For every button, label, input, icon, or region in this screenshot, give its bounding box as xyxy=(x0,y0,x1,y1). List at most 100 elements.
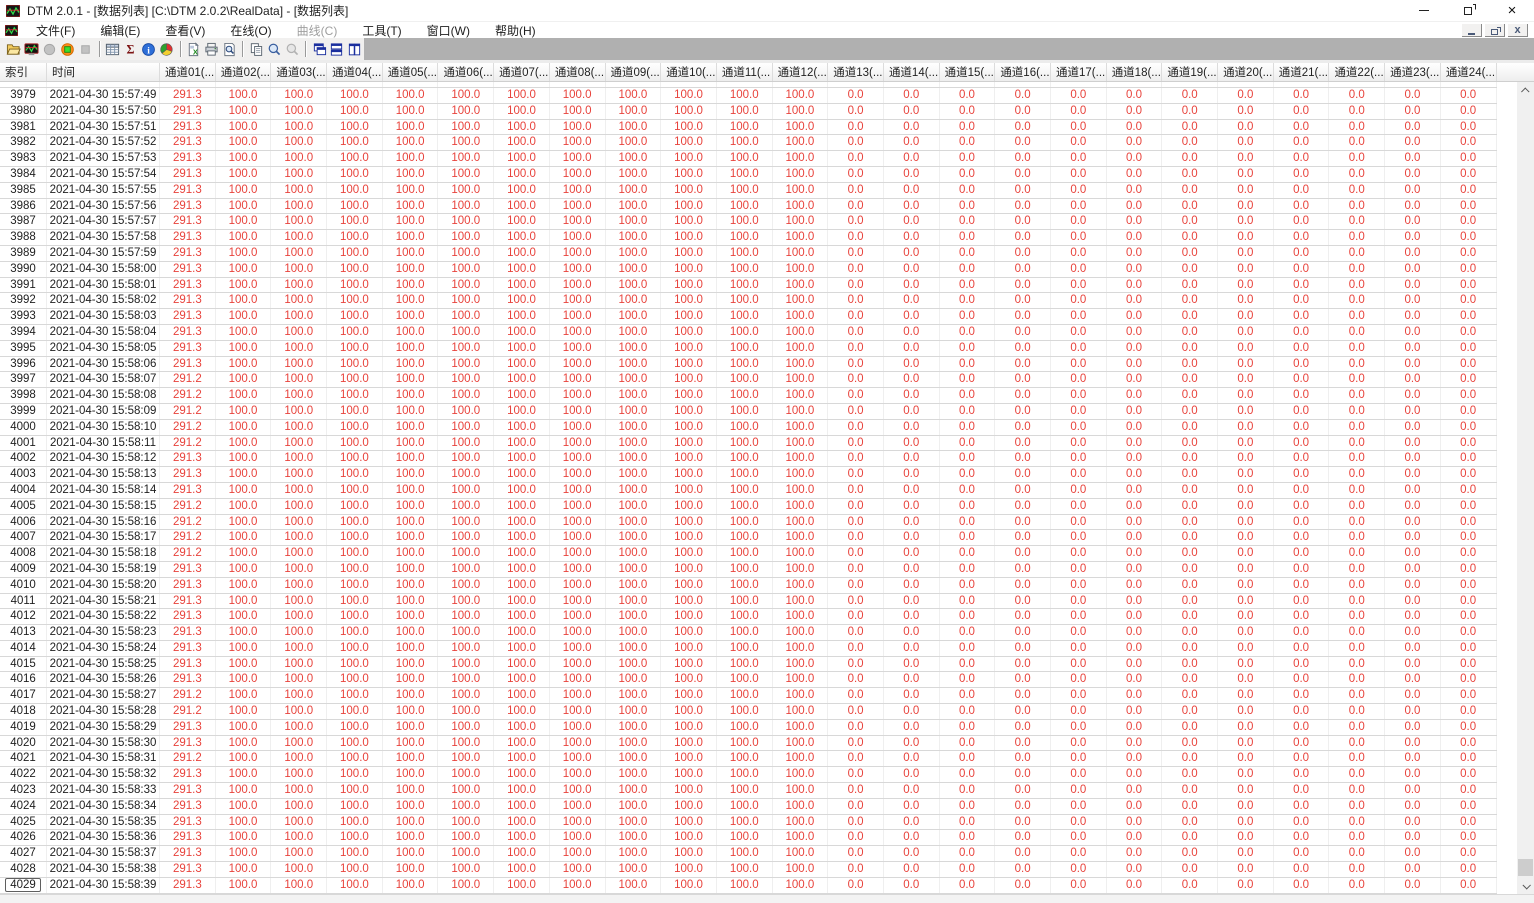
table-row[interactable]: 3986 2021-04-30 15:57:56 291.3 100.0 100.0 10… xyxy=(0,198,1497,215)
table-row[interactable]: 4020 2021-04-30 15:58:30 291.3 100.0 100.0 10… xyxy=(0,735,1497,752)
column-header-channel-24[interactable]: 通道24(... xyxy=(1441,63,1497,81)
table-row[interactable]: 4011 2021-04-30 15:58:21 291.3 100.0 100.0 10… xyxy=(0,593,1497,610)
column-header-channel-01[interactable]: 通道01(... xyxy=(160,63,216,81)
scroll-up-button[interactable] xyxy=(1517,82,1534,99)
scroll-down-button[interactable] xyxy=(1517,877,1534,894)
column-header-channel-14[interactable]: 通道14(... xyxy=(884,63,940,81)
table-row[interactable]: 3983 2021-04-30 15:57:53 291.3 100.0 100.0 10… xyxy=(0,151,1497,167)
column-header-time[interactable]: 时间 xyxy=(47,63,160,81)
table-row[interactable]: 3984 2021-04-30 15:57:54 291.3 100.0 100.0 10… xyxy=(0,166,1497,183)
table-row[interactable]: 4003 2021-04-30 15:58:13 291.3 100.0 100.0 10… xyxy=(0,467,1497,483)
table-row[interactable]: 3990 2021-04-30 15:58:00 291.3 100.0 100.0 10… xyxy=(0,261,1497,278)
table-row[interactable]: 4006 2021-04-30 15:58:16 291.2 100.0 100.0 10… xyxy=(0,514,1497,531)
menu-8[interactable]: 帮助(H) xyxy=(489,22,542,39)
table-row[interactable]: 4008 2021-04-30 15:58:18 291.2 100.0 100.0 10… xyxy=(0,546,1497,562)
close-button[interactable]: × xyxy=(1490,0,1534,22)
table-row[interactable]: 4010 2021-04-30 15:58:20 291.3 100.0 100.0 10… xyxy=(0,577,1497,594)
column-header-channel-18[interactable]: 通道18(... xyxy=(1107,63,1163,81)
table-row[interactable]: 3993 2021-04-30 15:58:03 291.3 100.0 100.0 10… xyxy=(0,309,1497,325)
table-row[interactable]: 3987 2021-04-30 15:57:57 291.3 100.0 100.0 10… xyxy=(0,214,1497,231)
table-row[interactable]: 4023 2021-04-30 15:58:33 291.3 100.0 100.0 10… xyxy=(0,783,1497,799)
column-header-channel-05[interactable]: 通道05(... xyxy=(383,63,439,81)
column-header-channel-09[interactable]: 通道09(... xyxy=(606,63,662,81)
table-row[interactable]: 3997 2021-04-30 15:58:07 291.2 100.0 100.0 10… xyxy=(0,372,1497,389)
table-row[interactable]: 4017 2021-04-30 15:58:27 291.2 100.0 100.0 10… xyxy=(0,688,1497,705)
table-row[interactable]: 4027 2021-04-30 15:58:37 291.3 100.0 100.0 10… xyxy=(0,846,1497,863)
print-icon[interactable] xyxy=(202,40,220,59)
mdi-close-button[interactable]: x xyxy=(1507,23,1528,37)
menu-1[interactable]: 文件(F) xyxy=(30,22,81,39)
table-row[interactable]: 4007 2021-04-30 15:58:17 291.2 100.0 100.0 10… xyxy=(0,530,1497,547)
menu-4[interactable]: 在线(O) xyxy=(224,22,277,39)
export-excel-icon[interactable]: X xyxy=(184,40,202,59)
table-row[interactable]: 4025 2021-04-30 15:58:35 291.3 100.0 100.0 10… xyxy=(0,814,1497,831)
table-row[interactable]: 4028 2021-04-30 15:58:38 291.3 100.0 100.0 10… xyxy=(0,862,1497,878)
table-row[interactable]: 4024 2021-04-30 15:58:34 291.3 100.0 100.0 10… xyxy=(0,798,1497,815)
table-row[interactable]: 3992 2021-04-30 15:58:02 291.3 100.0 100.0 10… xyxy=(0,293,1497,310)
restore-button[interactable] xyxy=(1446,0,1490,22)
column-header-channel-21[interactable]: 通道21(... xyxy=(1274,63,1330,81)
pie-chart-icon[interactable] xyxy=(158,40,176,59)
column-header-channel-07[interactable]: 通道07(... xyxy=(494,63,550,81)
table-row[interactable]: 39782021-04-30 15:57:48291.3100.0100.010… xyxy=(0,82,1497,88)
menu-6[interactable]: 工具(T) xyxy=(356,22,407,39)
column-header-channel-19[interactable]: 通道19(... xyxy=(1162,63,1219,81)
table-row[interactable]: 4029 2021-04-30 15:58:39 291.3 100.0 100.0 10… xyxy=(0,877,1497,894)
table-row[interactable]: 3991 2021-04-30 15:58:01 291.3 100.0 100.0 10… xyxy=(0,277,1497,294)
table-row[interactable]: 4013 2021-04-30 15:58:23 291.3 100.0 100.0 10… xyxy=(0,625,1497,641)
table-row[interactable]: 3979 2021-04-30 15:57:49 291.3 100.0 100.0 10… xyxy=(0,88,1497,104)
table-row[interactable]: 3994 2021-04-30 15:58:04 291.3 100.0 100.0 10… xyxy=(0,324,1497,341)
column-header-channel-08[interactable]: 通道08(... xyxy=(550,63,606,81)
table-row[interactable]: 3982 2021-04-30 15:57:52 291.3 100.0 100.0 10… xyxy=(0,135,1497,152)
copy-icon[interactable] xyxy=(247,40,265,59)
table-row[interactable]: 3988 2021-04-30 15:57:58 291.3 100.0 100.0 10… xyxy=(0,230,1497,246)
table-row[interactable]: 4015 2021-04-30 15:58:25 291.3 100.0 100.0 10… xyxy=(0,656,1497,673)
table-row[interactable]: 4004 2021-04-30 15:58:14 291.3 100.0 100.0 10… xyxy=(0,482,1497,499)
table-grid-icon[interactable] xyxy=(104,40,122,59)
table-row[interactable]: 3989 2021-04-30 15:57:59 291.3 100.0 100.0 10… xyxy=(0,245,1497,262)
column-header-channel-13[interactable]: 通道13(... xyxy=(828,63,884,81)
table-row[interactable]: 4001 2021-04-30 15:58:11 291.2 100.0 100.0 10… xyxy=(0,435,1497,452)
column-header-index[interactable]: 索引 xyxy=(0,63,47,81)
realtime-monitor-icon[interactable] xyxy=(23,40,41,59)
table-row[interactable]: 3995 2021-04-30 15:58:05 291.3 100.0 100.0 10… xyxy=(0,340,1497,357)
column-header-channel-16[interactable]: 通道16(... xyxy=(995,63,1051,81)
table-row[interactable]: 4018 2021-04-30 15:58:28 291.2 100.0 100.0 10… xyxy=(0,704,1497,720)
column-header-channel-15[interactable]: 通道15(... xyxy=(940,63,996,81)
table-row[interactable]: 4021 2021-04-30 15:58:31 291.2 100.0 100.0 10… xyxy=(0,751,1497,768)
table-row[interactable]: 4005 2021-04-30 15:58:15 291.2 100.0 100.0 10… xyxy=(0,498,1497,515)
tile-vertical-icon[interactable] xyxy=(346,40,364,59)
mdi-minimize-button[interactable] xyxy=(1461,23,1482,37)
table-row[interactable]: 4000 2021-04-30 15:58:10 291.2 100.0 100.0 10… xyxy=(0,419,1497,436)
column-header-channel-10[interactable]: 通道10(... xyxy=(661,63,717,81)
menu-2[interactable]: 编辑(E) xyxy=(94,22,146,39)
sigma-stats-icon[interactable]: Σ xyxy=(122,40,140,59)
table-row[interactable]: 3980 2021-04-30 15:57:50 291.3 100.0 100.0 10… xyxy=(0,103,1497,120)
stop-record-icon[interactable] xyxy=(59,40,77,59)
table-row[interactable]: 4012 2021-04-30 15:58:22 291.3 100.0 100.0 10… xyxy=(0,609,1497,626)
table-row[interactable]: 3998 2021-04-30 15:58:08 291.2 100.0 100.0 10… xyxy=(0,388,1497,404)
menu-7[interactable]: 窗口(W) xyxy=(421,22,476,39)
table-row[interactable]: 3996 2021-04-30 15:58:06 291.3 100.0 100.0 10… xyxy=(0,356,1497,373)
vertical-scrollbar[interactable] xyxy=(1517,82,1534,894)
zoom-icon[interactable] xyxy=(265,40,283,59)
table-row[interactable]: 3981 2021-04-30 15:57:51 291.3 100.0 100.0 10… xyxy=(0,119,1497,136)
column-header-channel-22[interactable]: 通道22(... xyxy=(1329,63,1386,81)
table-row[interactable]: 3999 2021-04-30 15:58:09 291.2 100.0 100.0 10… xyxy=(0,403,1497,420)
column-header-channel-12[interactable]: 通道12(... xyxy=(773,63,829,81)
column-header-channel-11[interactable]: 通道11(... xyxy=(717,63,773,81)
open-file-icon[interactable] xyxy=(5,40,23,59)
column-header-channel-17[interactable]: 通道17(... xyxy=(1051,63,1107,81)
column-header-channel-06[interactable]: 通道06(... xyxy=(438,63,495,81)
mdi-restore-button[interactable] xyxy=(1484,23,1505,37)
table-row[interactable]: 4002 2021-04-30 15:58:12 291.3 100.0 100.0 10… xyxy=(0,451,1497,468)
table-row[interactable]: 4019 2021-04-30 15:58:29 291.3 100.0 100.0 10… xyxy=(0,719,1497,736)
menu-3[interactable]: 查看(V) xyxy=(159,22,211,39)
info-icon[interactable]: i xyxy=(140,40,158,59)
column-header-channel-03[interactable]: 通道03(... xyxy=(271,63,328,81)
table-row[interactable]: 4014 2021-04-30 15:58:24 291.3 100.0 100.0 10… xyxy=(0,640,1497,657)
column-header-channel-02[interactable]: 通道02(... xyxy=(216,63,272,81)
print-preview-icon[interactable] xyxy=(220,40,238,59)
scrollbar-thumb[interactable] xyxy=(1518,859,1533,876)
table-row[interactable]: 4026 2021-04-30 15:58:36 291.3 100.0 100.0 10… xyxy=(0,830,1497,847)
